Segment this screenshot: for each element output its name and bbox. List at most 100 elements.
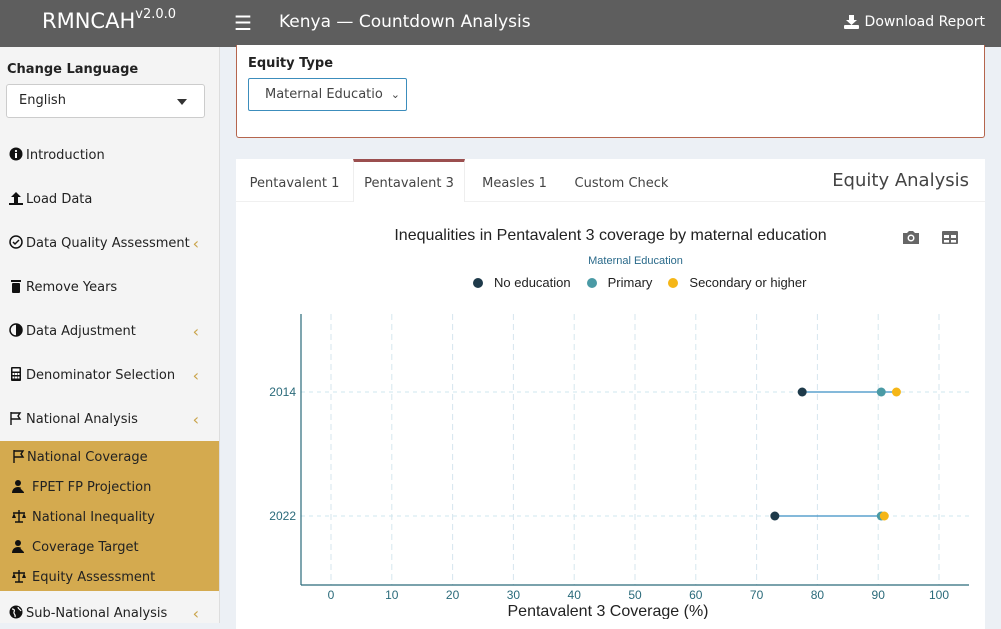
language-select[interactable]: English (6, 84, 205, 118)
tab-bar: Pentavalent 1 Pentavalent 3 Measles 1 Cu… (236, 159, 985, 202)
sidebar-item-label: Denominator Selection (26, 368, 176, 383)
sidebar-item-label: Sub-National Analysis (26, 606, 168, 621)
box-title: Equity Analysis (832, 170, 969, 191)
submenu-equity-assessment[interactable]: Equity Assessment (0, 561, 219, 591)
data-point (797, 387, 807, 397)
data-point (891, 387, 901, 397)
sidebar-item-subnational-analysis[interactable]: Sub-National Analysis ‹ (0, 599, 219, 623)
submenu-national-coverage[interactable]: National Coverage (0, 441, 219, 471)
chevron-left-icon: ‹ (192, 234, 199, 253)
person-icon (12, 480, 26, 493)
submenu-fpet-projection[interactable]: FPET FP Projection (0, 471, 219, 501)
scale-icon (12, 570, 26, 583)
chevron-left-icon: ‹ (192, 410, 199, 429)
download-icon (843, 15, 859, 29)
chart-title: Inequalities in Pentavalent 3 coverage b… (394, 227, 827, 244)
main-content: Equity Type Maternal Education ⌄ Pentava… (220, 45, 1001, 629)
legend-label: Secondary or higher (689, 275, 807, 290)
data-point (770, 511, 780, 521)
table-icon[interactable] (940, 228, 960, 246)
tab-measles-1[interactable]: Measles 1 (476, 159, 553, 202)
equity-type-label: Equity Type (248, 56, 334, 71)
sidebar-item-national-analysis[interactable]: National Analysis ‹ (0, 405, 219, 435)
download-report-label: Download Report (864, 14, 985, 30)
legend-label: No education (494, 275, 571, 290)
x-axis-label: Pentavalent 3 Coverage (%) (508, 603, 709, 619)
submenu-label: FPET FP Projection (32, 480, 152, 495)
sidebar-item-load-data[interactable]: Load Data (0, 185, 219, 215)
legend-swatch (473, 277, 483, 288)
download-report-button[interactable]: Download Report (843, 14, 985, 30)
legend-title: Maternal Education (588, 255, 683, 267)
equity-analysis-tabbox: Pentavalent 1 Pentavalent 3 Measles 1 Cu… (236, 159, 985, 629)
half-circle-icon (9, 323, 23, 337)
globe-icon (9, 605, 23, 619)
data-point (879, 511, 889, 521)
sidebar-item-label: National Analysis (26, 412, 138, 427)
x-tick-label: 80 (811, 588, 825, 602)
legend-swatch (586, 277, 597, 288)
tab-pentavalent-3[interactable]: Pentavalent 3 (353, 159, 465, 202)
person-icon (12, 540, 26, 553)
chevron-left-icon: ‹ (192, 322, 199, 341)
sidebar-item-data-quality[interactable]: Data Quality Assessment ‹ (0, 229, 219, 259)
upload-icon (9, 192, 23, 205)
top-header: RMNCAHv2.0.0 ☰ Kenya — Countdown Analysi… (0, 0, 1001, 47)
y-tick-label: 2014 (269, 385, 296, 399)
chart-legend: No education Primary Secondary or higher (473, 275, 806, 290)
submenu-label: Equity Assessment (32, 570, 156, 585)
dumbbell-chart: 0 10 20 30 40 50 60 70 80 90 100 2014 2022 Pentavalen… (269, 314, 969, 619)
language-value: English (19, 93, 66, 108)
sidebar-item-label: Data Quality Assessment (26, 236, 190, 251)
y-tick-label: 2022 (269, 509, 296, 523)
chevron-down-icon: ⌄ (390, 88, 400, 101)
calculator-icon (11, 367, 21, 381)
legend-label: Primary (607, 275, 653, 290)
legend-item[interactable]: Secondary or higher (668, 275, 806, 290)
camera-icon[interactable] (901, 228, 921, 246)
logo[interactable]: RMNCAHv2.0.0 (0, 0, 220, 47)
x-tick-label: 10 (385, 588, 399, 602)
tab-custom-check[interactable]: Custom Check (566, 159, 677, 202)
legend-swatch (668, 277, 679, 288)
equity-type-select[interactable]: Maternal Education ⌄ (248, 78, 407, 111)
x-tick-label: 0 (328, 588, 335, 602)
sidebar-toggle-icon[interactable]: ☰ (234, 11, 252, 36)
data-point (876, 387, 886, 397)
sidebar-item-label: Load Data (26, 192, 93, 207)
flag-icon (10, 412, 22, 425)
check-circle-icon (9, 235, 23, 249)
chevron-down-icon (177, 99, 187, 105)
tab-pentavalent-1[interactable]: Pentavalent 1 (236, 159, 353, 202)
flag-icon (13, 450, 25, 463)
equity-type-value: Maternal Education (265, 87, 383, 102)
x-tick-label: 30 (507, 588, 521, 602)
sidebar-item-introduction[interactable]: Introduction (0, 141, 219, 171)
sidebar-item-data-adjustment[interactable]: Data Adjustment ‹ (0, 317, 219, 347)
trash-icon (11, 280, 21, 293)
x-tick-label: 90 (872, 588, 886, 602)
legend-item[interactable]: No education (473, 275, 571, 290)
equity-type-box: Equity Type Maternal Education ⌄ (236, 45, 985, 138)
sidebar-item-label: Data Adjustment (26, 324, 136, 339)
info-icon (9, 147, 23, 161)
submenu-coverage-target[interactable]: Coverage Target (0, 531, 219, 561)
x-tick-label: 20 (446, 588, 460, 602)
submenu-label: Coverage Target (32, 540, 139, 555)
app-name: RMNCAHv2.0.0 (42, 7, 177, 33)
x-tick-label: 60 (689, 588, 703, 602)
x-tick-label: 50 (628, 588, 642, 602)
sidebar-item-remove-years[interactable]: Remove Years (0, 273, 219, 303)
sidebar-item-label: Introduction (26, 148, 105, 163)
sidebar-item-label: Remove Years (26, 280, 118, 295)
submenu-label: National Inequality (32, 510, 155, 525)
legend-item[interactable]: Primary (586, 275, 653, 290)
x-tick-label: 70 (750, 588, 764, 602)
scale-icon (12, 510, 26, 523)
chevron-left-icon: ‹ (192, 604, 199, 623)
national-analysis-submenu: National Coverage FPET FP Projection Nat… (0, 441, 219, 591)
app-version: v2.0.0 (135, 7, 177, 22)
x-tick-label: 100 (929, 588, 949, 602)
submenu-national-inequality[interactable]: National Inequality (0, 501, 219, 531)
sidebar-item-denominator[interactable]: Denominator Selection ‹ (0, 361, 219, 391)
